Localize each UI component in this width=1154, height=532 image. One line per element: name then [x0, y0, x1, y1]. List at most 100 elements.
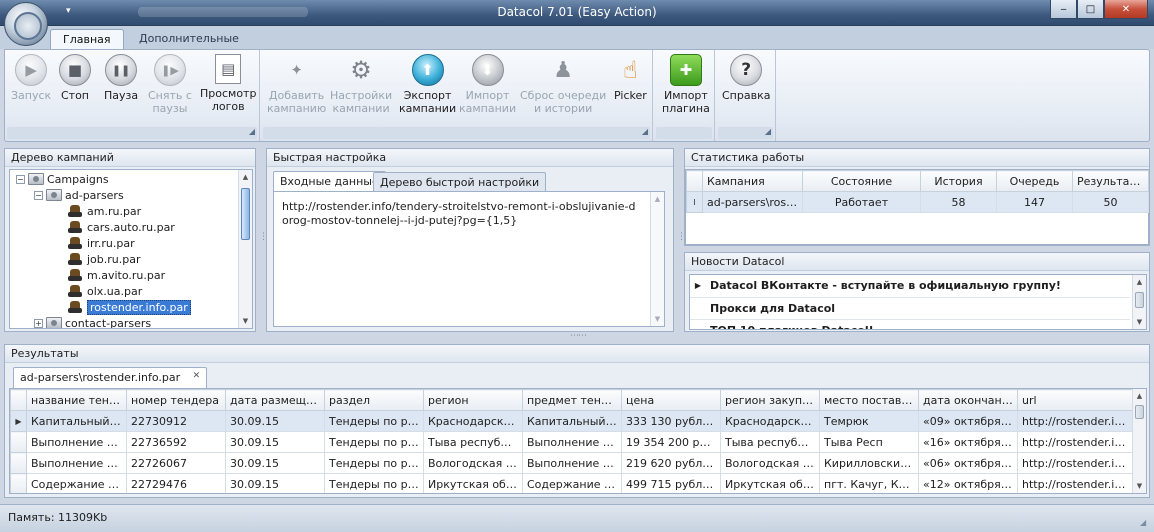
close-tab-icon[interactable]: ✕ — [193, 371, 201, 381]
scroll-thumb[interactable] — [1135, 292, 1144, 308]
table-cell[interactable]: Тендеры по рег... — [324, 473, 424, 493]
table-cell[interactable]: Тыва Респ — [819, 431, 919, 453]
table-row[interactable]: ▶ Капитальный р... 22730912 30.09.15 Тендеры… — [10, 410, 1133, 432]
scroll-up-icon[interactable]: ▲ — [239, 170, 252, 184]
table-cell[interactable]: Капитальный р... — [522, 410, 622, 432]
scroll-thumb[interactable] — [1135, 405, 1144, 419]
table-cell[interactable]: Иркутская обла... — [720, 473, 820, 493]
stats-cell-campaign[interactable]: ad-parsers\rostе... — [702, 191, 803, 213]
table-cell[interactable]: Темрюк — [819, 410, 919, 432]
minimize-button[interactable]: ‒ — [1050, 0, 1077, 19]
results-scrollbar[interactable]: ▲ ▼ — [1132, 389, 1146, 493]
scroll-up-icon[interactable]: ▲ — [1133, 389, 1146, 403]
table-cell[interactable]: 333 130 рублей — [621, 410, 721, 432]
table-cell[interactable]: Вологодская об... — [720, 452, 820, 474]
table-cell[interactable]: 22726067 — [126, 452, 226, 474]
tree-item-cars[interactable]: cars.auto.ru.par — [68, 219, 175, 235]
table-row[interactable]: Содержание ав... 22729476 30.09.15 Тендеры … — [10, 473, 1133, 493]
table-cell[interactable]: http://rostender.in... — [1017, 431, 1133, 453]
column-header[interactable]: Состояние — [802, 170, 921, 192]
table-cell[interactable]: «09» октября 2... — [918, 410, 1018, 432]
export-campaign-button[interactable]: ⬆ Экспорт кампании — [399, 54, 456, 115]
view-logs-button[interactable]: ▤ Просмотр логов — [200, 54, 256, 113]
tree-node-ad-parsers[interactable]: − ad-parsers — [34, 187, 124, 203]
tree-scrollbar[interactable]: ▲ ▼ — [238, 170, 252, 328]
group-launcher-icon[interactable]: ◢ — [765, 127, 771, 136]
application-menu-orb[interactable] — [4, 2, 48, 46]
table-cell[interactable]: Краснодарский ... — [720, 410, 820, 432]
column-header[interactable]: регион закупки — [720, 389, 820, 411]
table-cell[interactable]: Тендеры по рег... — [324, 452, 424, 474]
campaign-tree[interactable]: − Campaigns − ad-parsers am.ru.par cars.… — [9, 169, 253, 329]
table-cell[interactable]: «12» октября 2... — [918, 473, 1018, 493]
table-cell[interactable]: Выполнение ра... — [26, 452, 127, 474]
column-header[interactable]: место поставки — [819, 389, 919, 411]
table-cell[interactable]: 219 620 рублей — [621, 452, 721, 474]
list-item[interactable]: ▶ Datacol ВКонтакте - вступайте в официал… — [690, 275, 1130, 298]
column-header[interactable]: название тенде... — [26, 389, 127, 411]
tab-input-data[interactable]: Входные данные — [273, 171, 386, 192]
table-cell[interactable]: «06» октября 2... — [918, 452, 1018, 474]
tree-item-am[interactable]: am.ru.par — [68, 203, 141, 219]
column-header[interactable]: дата окончани... — [918, 389, 1018, 411]
scroll-down-icon[interactable]: ▼ — [651, 312, 664, 326]
list-item[interactable]: Прокси для Datacol — [690, 297, 1130, 320]
tab-main[interactable]: Главная — [50, 29, 124, 49]
import-plugin-button[interactable]: ✚ Импорт плагина — [662, 54, 710, 115]
scroll-down-icon[interactable]: ▼ — [1133, 479, 1146, 493]
table-cell[interactable]: «16» октября 2... — [918, 431, 1018, 453]
table-cell[interactable]: 22729476 — [126, 473, 226, 493]
group-launcher-icon[interactable]: ◢ — [642, 127, 648, 136]
tab-additional[interactable]: Дополнительные — [127, 29, 251, 49]
maximize-button[interactable]: □ — [1077, 0, 1104, 19]
scroll-up-icon[interactable]: ▲ — [651, 192, 664, 206]
column-header[interactable]: предмет тендера — [522, 389, 622, 411]
picker-button[interactable]: ☝ Picker — [614, 54, 647, 103]
scroll-thumb[interactable] — [241, 188, 250, 240]
tree-item-avito[interactable]: m.avito.ru.par — [68, 267, 165, 283]
table-cell[interactable]: Тендеры по рег... — [324, 431, 424, 453]
tree-item-job[interactable]: job.ru.par — [68, 251, 141, 267]
table-cell[interactable]: Выполнение ра... — [26, 431, 127, 453]
import-campaign-button[interactable]: ⬇ Импорт кампании — [459, 54, 516, 115]
column-header[interactable]: История — [920, 170, 997, 192]
input-data-text[interactable]: http://rostender.info/tendery-stroitelst… — [282, 200, 642, 228]
table-cell[interactable]: 22736592 — [126, 431, 226, 453]
table-cell[interactable]: Выполнение ра... — [522, 452, 622, 474]
news-item[interactable]: Datacol ВКонтакте - вступайте в официаль… — [706, 275, 1130, 298]
tree-collapse-icon[interactable]: − — [16, 174, 25, 184]
table-cell[interactable]: 19 354 200 рублей — [621, 431, 721, 453]
column-header[interactable]: номер тендера — [126, 389, 226, 411]
add-campaign-button[interactable]: ✦ Добавить кампанию — [267, 54, 326, 115]
start-button[interactable]: ▶ Запуск — [11, 54, 51, 102]
table-row[interactable]: I ad-parsers\rostе... Работает 58 147 50 — [686, 191, 1149, 213]
column-header[interactable]: Результаты — [1072, 170, 1149, 192]
table-cell[interactable]: Краснодарский ... — [423, 410, 523, 432]
table-cell[interactable]: 30.09.15 — [225, 431, 325, 453]
column-header[interactable]: Кампания — [702, 170, 803, 192]
row-header[interactable] — [10, 452, 27, 474]
resume-button[interactable]: ❚▶ Снять с паузы — [148, 54, 192, 115]
scroll-down-icon[interactable]: ▼ — [239, 314, 252, 328]
reset-queue-button[interactable]: ♟ Сброс очереди и истории — [520, 54, 606, 115]
table-row[interactable]: Выполнение ра... 22726067 30.09.15 Тендеры … — [10, 452, 1133, 474]
table-cell[interactable]: пгт. Качуг, Кач... — [819, 473, 919, 493]
table-cell[interactable]: 499 715 рублей — [621, 473, 721, 493]
stats-cell-results[interactable]: 50 — [1072, 191, 1149, 213]
help-button[interactable]: ? Справка — [722, 54, 770, 102]
tree-item-irr[interactable]: irr.ru.par — [68, 235, 135, 251]
horizontal-splitter[interactable]: ⋯⋯ — [570, 331, 587, 341]
table-cell[interactable]: http://rostender.in... — [1017, 473, 1133, 493]
table-cell[interactable]: 22730912 — [126, 410, 226, 432]
news-item[interactable]: ТОП 10 плагинов Datacol! — [706, 319, 1130, 329]
table-cell[interactable]: http://rostender.in... — [1017, 410, 1133, 432]
tree-expand-icon[interactable]: + — [34, 318, 43, 328]
news-item[interactable]: Прокси для Datacol — [706, 297, 1130, 320]
table-row[interactable]: Выполнение ра... 22736592 30.09.15 Тендеры … — [10, 431, 1133, 453]
stats-cell-state[interactable]: Работает — [802, 191, 921, 213]
news-scrollbar[interactable]: ▲ ▼ — [1132, 275, 1146, 329]
tree-node-contact-parsers[interactable]: + contact-parsers — [34, 315, 151, 328]
column-header[interactable]: регион — [423, 389, 523, 411]
row-header[interactable]: ▶ — [10, 410, 27, 432]
column-header[interactable]: дата размещения — [225, 389, 325, 411]
